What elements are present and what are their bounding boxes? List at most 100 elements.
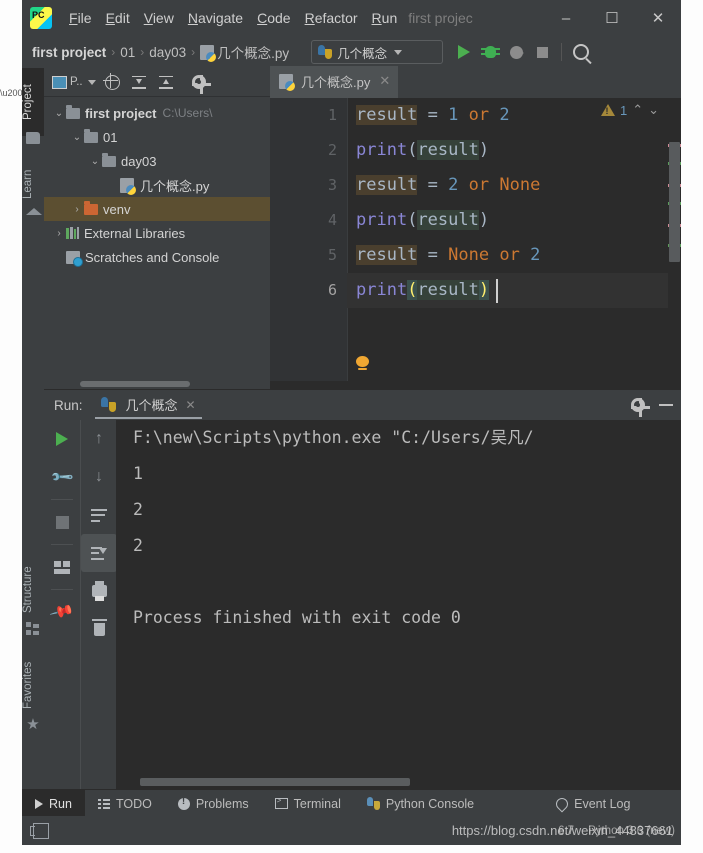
run-tab[interactable]: 几个概念 ✕ (94, 391, 202, 419)
sidebar-tab-learn[interactable]: Learn (22, 156, 44, 212)
token-keyword: None (499, 175, 541, 195)
pin-tab-button[interactable]: 📌 (44, 593, 80, 631)
tool-window-button-run[interactable]: Run (22, 790, 85, 817)
token-paren: ( (407, 210, 418, 230)
chevron-right-icon[interactable]: › (52, 228, 66, 239)
up-the-stack-button[interactable]: ↑ (81, 420, 117, 458)
layout-settings-button[interactable] (44, 548, 80, 586)
expand-all-button[interactable] (127, 71, 152, 93)
chevron-down-icon[interactable]: ⌄ (70, 132, 84, 143)
editor-marker-bar[interactable] (668, 98, 681, 389)
console-vertical-scrollbar[interactable] (672, 420, 681, 790)
stop-button[interactable] (529, 39, 555, 65)
project-horizontal-scrollbar[interactable] (80, 381, 190, 387)
tool-window-label: TODO (115, 796, 152, 811)
expand-all-icon (132, 75, 147, 89)
select-opened-file-button[interactable] (100, 71, 125, 93)
breadcrumb-item-file[interactable]: 几个概念.py (217, 42, 289, 62)
code-line-4[interactable]: print(result) (347, 203, 681, 238)
editor-tab-active[interactable]: 几个概念.py ✕ (270, 66, 399, 98)
tree-item-external-libraries[interactable]: › External Libraries (44, 221, 270, 245)
menu-item-refactor[interactable]: Refactor (298, 7, 365, 29)
token-number: 2 (448, 175, 459, 195)
close-icon[interactable]: ✕ (186, 398, 196, 412)
tool-window-button-python-console[interactable]: Python Console (354, 790, 487, 817)
tree-item-path: C:\Users\ (162, 106, 213, 120)
toggle-tool-window-bars-icon[interactable] (30, 822, 49, 839)
breadcrumb-item-01[interactable]: 01 (120, 45, 135, 60)
hide-icon[interactable] (659, 404, 673, 406)
close-icon[interactable]: ✕ (379, 73, 390, 89)
sidebar-tab-project[interactable]: Project (22, 68, 44, 136)
code-lines[interactable]: result = 1 or 2 print(result) result = 2… (347, 98, 681, 389)
code-line-2[interactable]: print(result) (347, 133, 681, 168)
editor-gutter[interactable]: 1 2 3 4 5 6 (270, 98, 348, 389)
run-window-header-actions (630, 390, 673, 420)
sidebar-tab-structure[interactable]: Structure (22, 553, 44, 627)
chevron-down-icon[interactable]: ⌄ (88, 156, 102, 167)
breadcrumb-item-day03[interactable]: day03 (149, 45, 186, 60)
editor-horizontal-scrollbar[interactable] (270, 381, 681, 389)
window-title: first projec (408, 10, 473, 26)
menu-item-edit[interactable]: Edit (99, 7, 137, 29)
tool-window-button-event-log[interactable]: Event Log (543, 790, 643, 817)
project-view-selector[interactable]: P.. (50, 75, 98, 89)
chevron-down-icon[interactable]: ⌄ (52, 108, 66, 119)
clear-all-button[interactable] (81, 610, 117, 648)
menu-rest: efactor (314, 10, 358, 26)
tree-item-python-file[interactable]: 几个概念.py (44, 173, 270, 197)
down-the-stack-button[interactable]: ↓ (81, 458, 117, 496)
breadcrumb-item-project[interactable]: first project (32, 45, 106, 60)
search-everywhere-button[interactable] (568, 39, 594, 65)
tree-item-01[interactable]: ⌄ 01 (44, 125, 270, 149)
gear-icon[interactable] (630, 397, 650, 417)
tree-item-label: External Libraries (84, 225, 186, 241)
menu-item-navigate[interactable]: Navigate (181, 7, 250, 29)
folder-icon (84, 200, 98, 215)
tree-item-scratches[interactable]: Scratches and Console (44, 245, 270, 269)
scroll-to-end-button[interactable] (81, 534, 117, 572)
maximize-button[interactable]: ☐ (589, 0, 635, 36)
tool-window-button-todo[interactable]: TODO (85, 790, 165, 817)
sidebar-tab-favorites[interactable]: Favorites (22, 648, 44, 722)
stop-process-button[interactable] (44, 503, 80, 541)
next-highlight-icon[interactable]: ⌄ (648, 102, 659, 118)
chevron-right-icon[interactable]: › (70, 204, 84, 215)
tree-item-first-project[interactable]: ⌄ first project C:\Users\ (44, 101, 270, 125)
token-paren: ) (478, 210, 490, 230)
console-line: Process finished with exit code 0 (133, 608, 461, 627)
print-button[interactable] (81, 572, 117, 610)
menu-item-file[interactable]: File (62, 7, 99, 29)
menu-item-run[interactable]: Run (365, 7, 405, 29)
tree-item-day03[interactable]: ⌄ day03 (44, 149, 270, 173)
code-line-6[interactable]: print(result) (347, 273, 681, 308)
lightbulb-icon[interactable] (356, 356, 369, 371)
close-button[interactable]: ✕ (635, 0, 681, 36)
previous-highlight-icon[interactable]: ⌃ (632, 102, 643, 118)
run-configuration-selector[interactable]: 几个概念 (311, 40, 444, 64)
tool-window-label: Event Log (574, 796, 631, 811)
code-editor[interactable]: 1 2 3 4 5 6 result = 1 or 2 print(result… (270, 98, 681, 389)
rerun-button[interactable] (44, 420, 80, 458)
tree-item-label: Scratches and Console (85, 249, 220, 265)
tool-window-button-problems[interactable]: Problems (165, 790, 262, 817)
console-horizontal-scrollbar[interactable] (140, 778, 410, 786)
minimize-button[interactable]: – (543, 0, 589, 36)
run-console-output[interactable]: F:\new\Scripts\python.exe "C:/Users/吴凡/ … (116, 420, 672, 790)
tool-window-button-terminal[interactable]: Terminal (262, 790, 354, 817)
menu-item-view[interactable]: View (137, 7, 181, 29)
code-line-3[interactable]: result = 2 or None (347, 168, 681, 203)
collapse-all-button[interactable] (154, 71, 179, 93)
menu-item-code[interactable]: Code (250, 7, 297, 29)
soft-wrap-button[interactable] (81, 496, 117, 534)
run-button[interactable] (451, 39, 477, 65)
tree-item-venv[interactable]: › venv (44, 197, 270, 221)
coverage-button[interactable] (503, 39, 529, 65)
edit-configuration-button[interactable]: 🔧 (44, 458, 80, 496)
crosshair-icon (102, 72, 120, 90)
inspection-widget[interactable]: 1 ⌃ ⌄ (600, 102, 659, 118)
code-line-5[interactable]: result = None or 2 (347, 238, 681, 273)
debug-button[interactable] (477, 39, 503, 65)
editor-vertical-scrollbar-thumb[interactable] (669, 142, 680, 262)
project-settings-button[interactable] (187, 71, 212, 94)
